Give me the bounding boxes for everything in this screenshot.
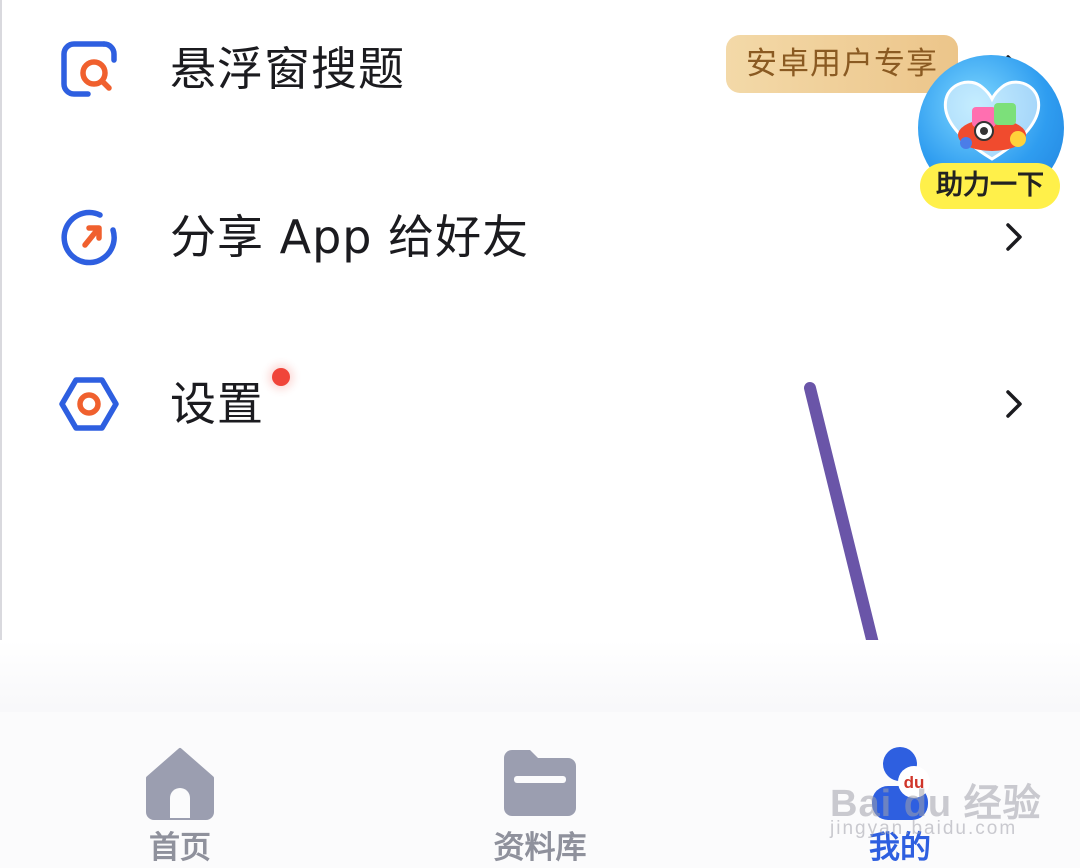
menu-item-label: 悬浮窗搜题: [170, 42, 405, 96]
menu-item-label: 设置: [170, 377, 264, 431]
profile-page: 悬浮窗搜题 安卓用户专享 分享 App 给好友 设置 助力一下 首页 资料库 d…: [0, 0, 1080, 868]
tab-home[interactable]: 首页: [80, 712, 280, 868]
profile-du-icon: du: [872, 747, 930, 820]
tab-library[interactable]: 资料库: [440, 712, 640, 868]
tab-mine[interactable]: du 我的: [800, 712, 1000, 868]
home-icon: [146, 748, 214, 820]
notification-dot: [272, 368, 290, 386]
bottom-nav-bar: 首页 资料库 du 我的: [0, 712, 1080, 868]
nav-shadow: [0, 640, 1080, 720]
floating-search-icon: [61, 41, 117, 97]
folder-icon: [504, 750, 576, 816]
tab-home-label: 首页: [149, 830, 211, 866]
share-refresh-icon: [61, 209, 117, 266]
tab-mine-label: 我的: [869, 830, 931, 866]
menu-item-label: 分享 App 给好友: [170, 210, 530, 264]
chevron-right-icon: [1006, 390, 1022, 418]
floating-boost-widget[interactable]: 助力一下: [914, 55, 1066, 209]
svg-text:du: du: [904, 773, 925, 792]
settings-hexagon-icon: [59, 377, 119, 431]
chevron-right-icon: [1006, 223, 1022, 251]
tab-library-label: 资料库: [493, 830, 587, 866]
heart-gift-icon: [943, 80, 1041, 161]
boost-button-label: 助力一下: [920, 163, 1060, 209]
